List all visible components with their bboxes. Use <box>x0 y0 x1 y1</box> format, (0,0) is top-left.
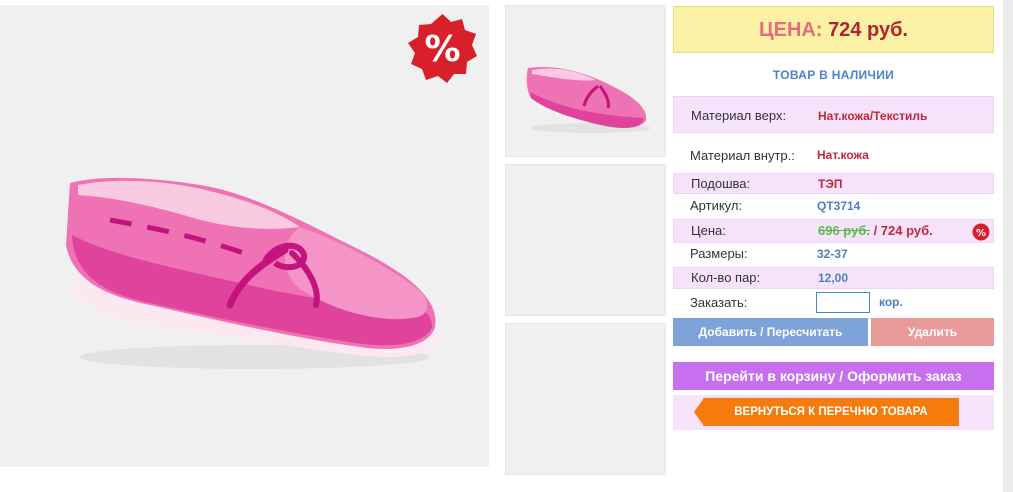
price-box: ЦЕНА: 724 руб. <box>673 6 994 53</box>
spec-label: Артикул: <box>690 198 743 213</box>
spec-label: Кол-во пар: <box>691 270 761 285</box>
spec-value: Нат.кожа <box>817 148 869 162</box>
spec-value: Нат.кожа/Текстиль <box>818 109 928 123</box>
spec-row-price: Цена: 696 руб. / 724 руб. % <box>673 219 994 243</box>
page-edge <box>1003 0 1013 492</box>
price-separator: / <box>869 223 881 238</box>
add-recalculate-button[interactable]: Добавить / Пересчитать <box>673 318 868 346</box>
shoe-thumbnail-image <box>526 66 651 133</box>
spec-row-article: Артикул: QT3714 <box>673 196 994 217</box>
thumbnail-3[interactable] <box>505 323 666 475</box>
spec-label: Материал внутр.: <box>690 148 795 163</box>
mini-sale-badge: % <box>972 223 990 241</box>
order-row: Заказать: кор. <box>673 292 994 314</box>
back-to-list-button[interactable]: ВЕРНУТЬСЯ К ПЕРЕЧНЮ ТОВАРА <box>703 398 959 426</box>
thumbnail-1[interactable] <box>505 5 666 157</box>
spec-row-material-inner: Материал внутр.: Нат.кожа <box>673 139 994 169</box>
price-value: 724 руб. <box>828 19 908 41</box>
spec-row-sizes: Размеры: 32-37 <box>673 244 994 265</box>
spec-value: 696 руб. / 724 руб. <box>818 223 933 238</box>
back-button-container: ВЕРНУТЬСЯ К ПЕРЕЧНЮ ТОВАРА <box>673 395 994 430</box>
spec-value: QT3714 <box>817 199 861 213</box>
price-label: ЦЕНА: <box>759 19 823 41</box>
stock-status: ТОВАР В НАЛИЧИИ <box>772 68 895 82</box>
old-price: 696 руб. <box>818 223 870 238</box>
spec-value: 12,00 <box>818 271 849 285</box>
spec-label: Цена: <box>691 223 726 238</box>
thumbnail-2[interactable] <box>505 164 666 316</box>
sale-badge-symbol: % <box>424 29 460 70</box>
order-unit: кор. <box>879 295 903 309</box>
spec-value: ТЭП <box>818 177 843 191</box>
spec-row-pairs: Кол-во пар: 12,00 <box>673 267 994 289</box>
order-label: Заказать: <box>690 295 748 310</box>
spec-label: Материал верх: <box>691 108 787 123</box>
spec-label: Подошва: <box>691 176 751 191</box>
percent-icon: % <box>408 14 477 83</box>
delete-button[interactable]: Удалить <box>871 318 994 346</box>
spec-row-sole: Подошва: ТЭП <box>673 173 994 194</box>
spec-label: Размеры: <box>690 246 748 261</box>
go-to-cart-button[interactable]: Перейти в корзину / Оформить заказ <box>673 362 994 390</box>
new-price: 724 руб. <box>880 223 933 238</box>
percent-icon: % <box>972 223 990 241</box>
spec-value: 32-37 <box>817 247 848 261</box>
spec-row-material-upper: Материал верх: Нат.кожа/Текстиль <box>673 96 994 133</box>
order-quantity-input[interactable] <box>816 292 870 313</box>
mini-badge-symbol: % <box>976 228 986 239</box>
sale-badge: % <box>406 12 479 85</box>
